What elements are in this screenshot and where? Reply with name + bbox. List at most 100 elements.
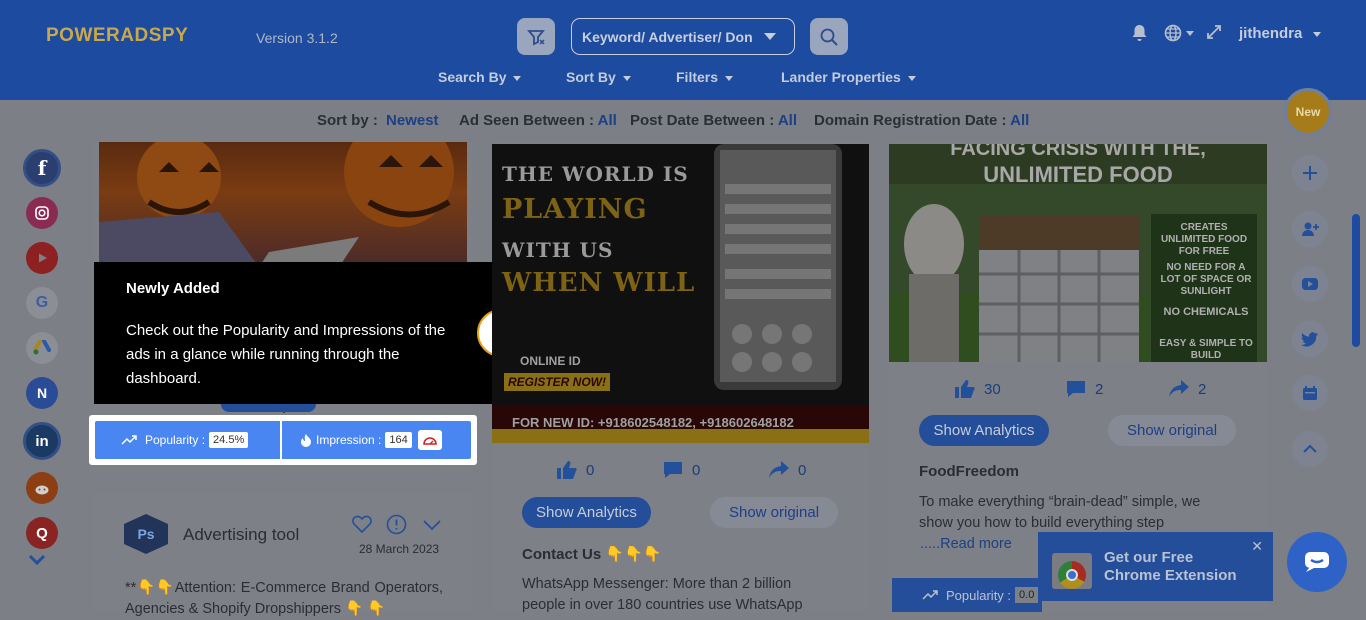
thumbs-up-icon	[955, 380, 975, 398]
comments-stat[interactable]: 2	[1065, 379, 1103, 399]
advertiser-name[interactable]: Advertising tool	[183, 525, 299, 545]
nav-lander-properties[interactable]: Lander Properties	[781, 69, 916, 85]
add-user-button[interactable]	[1292, 211, 1328, 247]
read-more-link[interactable]: .....Read more	[919, 536, 1012, 552]
chevron-down-icon[interactable]	[764, 33, 776, 40]
info-icon[interactable]	[386, 514, 407, 540]
advertiser-name[interactable]: FoodFreedom	[919, 463, 1019, 480]
user-menu[interactable]: jithendra	[1239, 25, 1322, 42]
chat-button[interactable]	[1287, 532, 1347, 592]
youtube-icon[interactable]	[26, 242, 58, 274]
show-original-button[interactable]: Show original	[1108, 415, 1236, 446]
shares-stat[interactable]: 2	[1168, 379, 1206, 399]
chrome-line1: Get our Free	[1104, 548, 1194, 566]
likes-stat[interactable]: 0	[556, 460, 594, 480]
nav-sort-by[interactable]: Sort By	[566, 69, 631, 85]
tooltip-title: Newly Added	[126, 280, 220, 297]
chevron-down-icon	[1186, 30, 1194, 36]
chevron-down-icon	[1313, 31, 1322, 37]
chat-icon	[1305, 552, 1329, 572]
post-date-filter[interactable]: Post Date Between : All	[630, 112, 797, 129]
nav-filters[interactable]: Filters	[676, 69, 734, 85]
domain-date-filter[interactable]: Domain Registration Date : All	[814, 112, 1029, 129]
ad-image[interactable]: THE WORLD IS PLAYING WITH US WHEN WILL O…	[492, 144, 869, 443]
filter-toggle-button[interactable]	[517, 18, 555, 55]
trending-up-icon	[121, 435, 137, 445]
facebook-icon[interactable]: f	[23, 149, 61, 187]
popularity-label: Popularity :	[145, 433, 206, 447]
ad-text: **👇👇Attention: E-Commerce Brand Operator…	[125, 580, 443, 617]
shares-count: 2	[1198, 380, 1207, 398]
calendar-button[interactable]	[1292, 375, 1328, 411]
scroll-top-button[interactable]	[1292, 431, 1328, 467]
chevron-down-icon[interactable]	[28, 553, 46, 572]
ad-image[interactable]: FACING CRISIS WITH THE, UNLIMITED FOOD C…	[889, 144, 1267, 362]
search-input[interactable]	[582, 28, 762, 45]
ad-date: 28 March 2023	[359, 542, 440, 556]
add-button[interactable]	[1292, 155, 1328, 191]
search-button[interactable]	[810, 18, 848, 55]
google-ads-icon[interactable]	[26, 332, 58, 364]
post-value[interactable]: All	[778, 112, 797, 129]
img-text: NO CHEMICALS	[1163, 306, 1249, 318]
chrome-line2: Chrome Extension	[1104, 566, 1237, 584]
chevron-up-icon	[1303, 444, 1317, 453]
likes-stat[interactable]: 30	[954, 379, 1001, 399]
twitter-icon	[1301, 331, 1318, 347]
comment-icon	[664, 462, 682, 478]
seen-value[interactable]: All	[598, 112, 617, 129]
twitter-button[interactable]	[1292, 321, 1328, 357]
domain-value[interactable]: All	[1010, 112, 1029, 129]
chevron-down-icon[interactable]	[422, 518, 442, 536]
show-analytics-button[interactable]: Show Analytics	[919, 415, 1049, 446]
comments-stat[interactable]: 0	[662, 460, 700, 480]
globe-icon	[1164, 24, 1182, 42]
linkedin-icon[interactable]: in	[23, 422, 61, 460]
quora-icon[interactable]: Q	[26, 517, 58, 549]
shares-stat[interactable]: 0	[768, 460, 806, 480]
chrome-extension-banner[interactable]: Get our Free Chrome Extension ✕	[1038, 532, 1273, 601]
chevron-down-icon	[513, 75, 522, 81]
reddit-icon[interactable]	[26, 472, 58, 504]
google-icon[interactable]: G	[26, 287, 58, 319]
share-icon	[769, 461, 789, 478]
logo[interactable]: POWERADSPY	[46, 25, 188, 47]
sort-bar: Sort by : Newest Ad Seen Between : All P…	[0, 100, 1366, 142]
show-original-button[interactable]: Show original	[710, 497, 838, 528]
chevron-down-icon	[622, 75, 631, 81]
close-icon[interactable]: ✕	[1251, 537, 1263, 555]
nav-label: Lander Properties	[781, 69, 901, 85]
new-badge[interactable]: New	[1284, 88, 1332, 136]
search-box	[571, 18, 795, 55]
youtube-button[interactable]	[1292, 266, 1328, 302]
native-icon[interactable]: N	[26, 377, 58, 409]
popularity-metric: Popularity : 24.5%	[95, 421, 282, 459]
filter-icon	[527, 29, 545, 45]
bell-button[interactable]	[1131, 24, 1148, 42]
show-analytics-button[interactable]: Show Analytics	[522, 497, 651, 528]
ad-image[interactable]	[99, 142, 467, 267]
ad-seen-filter[interactable]: Ad Seen Between : All	[459, 112, 617, 129]
img-text: REGISTER NOW!	[504, 373, 610, 391]
advertiser-name[interactable]: Contact Us 👇👇👇	[522, 545, 661, 563]
img-text: FACING CRISIS WITH THE,	[950, 144, 1206, 160]
seen-label: Ad Seen Between :	[459, 112, 595, 129]
sort-value[interactable]: Newest	[386, 112, 439, 129]
img-text: THE WORLD IS	[502, 162, 689, 186]
user-name: jithendra	[1239, 25, 1303, 42]
instagram-icon[interactable]	[26, 197, 58, 229]
sort-by[interactable]: Sort by : Newest	[317, 112, 439, 129]
heart-icon[interactable]	[351, 514, 373, 539]
impression-value: 164	[385, 432, 412, 448]
scrollbar-thumb[interactable]	[1352, 214, 1360, 347]
comment-icon	[1067, 381, 1085, 397]
fullscreen-button[interactable]	[1206, 24, 1222, 40]
language-button[interactable]	[1164, 24, 1194, 42]
domain-label: Domain Registration Date :	[814, 112, 1007, 129]
metrics-highlight: Popularity : 24.5% Impression : 164	[89, 415, 477, 465]
img-text: CREATES UNLIMITED FOOD FOR FREE	[1160, 222, 1248, 257]
youtube-icon	[1302, 278, 1318, 290]
nav-label: Filters	[676, 69, 719, 85]
img-text: EASY & SIMPLE TO BUILD	[1159, 338, 1253, 361]
nav-search-by[interactable]: Search By	[438, 69, 522, 85]
